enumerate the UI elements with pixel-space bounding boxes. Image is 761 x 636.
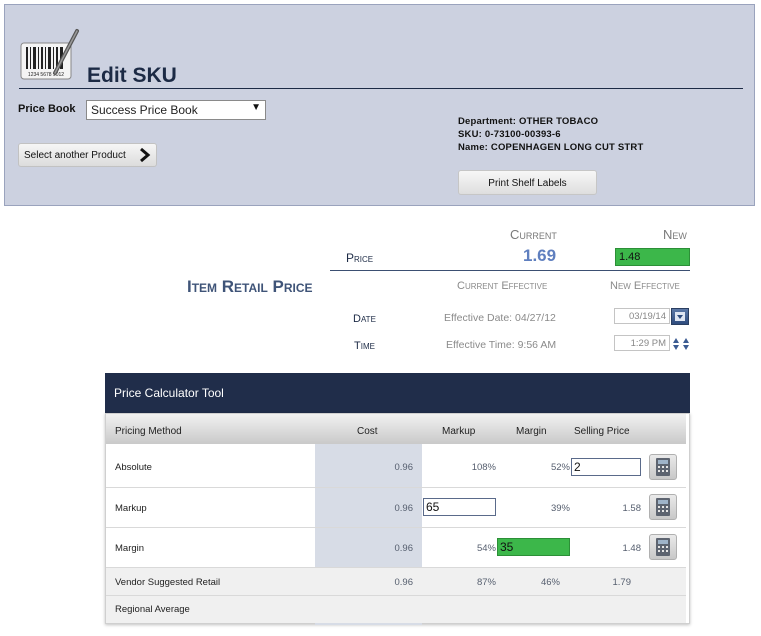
cost-header: Cost: [357, 426, 378, 437]
pricing-method-label: Regional Average: [115, 604, 190, 615]
current-effective-date: Effective Date: 04/27/12: [444, 312, 556, 324]
selling-price-value: 1.48: [622, 543, 642, 554]
margin-value: 39%: [550, 503, 570, 514]
date-label: Date: [353, 313, 376, 325]
markup-header: Markup: [442, 426, 476, 437]
margin-header: Margin: [516, 426, 547, 437]
calendar-button[interactable]: [671, 308, 689, 325]
cost-value: 0.96: [394, 543, 414, 554]
markup-value: 108%: [471, 462, 496, 473]
calculator-column-headers: Pricing Method Cost Markup Margin Sellin…: [106, 414, 686, 444]
time-label: Time: [354, 340, 375, 352]
price-book-select[interactable]: Success Price Book ▼: [86, 100, 266, 120]
title-divider: [19, 88, 743, 89]
calculator-icon: [656, 498, 670, 516]
barcode-digits: 1234 5678 9012: [28, 72, 64, 78]
calculator-icon: [656, 538, 670, 556]
print-shelf-labels-button[interactable]: Print Shelf Labels: [458, 170, 597, 195]
select-another-product-label: Select another Product: [24, 150, 126, 161]
selling-price-header: Selling Price: [574, 426, 630, 437]
price-divider: [330, 270, 690, 271]
price-label: Price: [346, 251, 374, 265]
price-book-label: Price Book: [18, 103, 76, 115]
chevron-right-icon: [140, 147, 151, 163]
margin-value: 52%: [550, 462, 570, 473]
pricing-method-label: Margin: [115, 543, 145, 554]
margin-value: 46%: [540, 577, 560, 588]
dropdown-arrow-icon: ▼: [251, 102, 261, 113]
table-row: Vendor Suggested Retail 0.96 87% 46% 1.7…: [106, 568, 686, 596]
price-calculator-header: Price Calculator Tool: [105, 373, 690, 413]
select-another-product-button[interactable]: Select another Product: [18, 143, 157, 167]
new-effective-header: New Effective: [610, 280, 680, 292]
calculator-icon: [656, 458, 670, 476]
cost-value: 0.96: [394, 503, 414, 514]
markup-value: 87%: [476, 577, 496, 588]
price-calculator-title: Price Calculator Tool: [114, 386, 224, 400]
new-effective-time-input[interactable]: 1:29 PM: [614, 335, 670, 351]
margin-input[interactable]: 35: [497, 538, 570, 556]
markup-input[interactable]: 65: [423, 498, 496, 516]
selling-price-input[interactable]: 2: [571, 458, 641, 476]
cost-value: 0.96: [394, 462, 414, 473]
item-retail-price-title: Item Retail Price: [187, 277, 313, 296]
current-column-header: Current: [510, 227, 557, 242]
calculate-button[interactable]: [649, 494, 677, 520]
edit-sku-header-panel: 1234 5678 9012 Edit SKU Price Book Succe…: [4, 4, 755, 206]
calculate-button[interactable]: [649, 534, 677, 560]
selling-price-value: 1.79: [612, 577, 632, 588]
table-row: Regional Average: [106, 596, 686, 623]
time-spinner-icon[interactable]: [672, 337, 690, 351]
current-effective-header: Current Effective: [457, 280, 548, 292]
markup-value: 54%: [476, 543, 496, 554]
barcode-scanner-icon: 1234 5678 9012: [20, 29, 79, 80]
table-row: Margin 0.96 54% 35 1.48: [106, 528, 686, 568]
pricing-method-label: Markup: [115, 503, 147, 514]
pricing-method-header: Pricing Method: [115, 426, 182, 437]
new-price-input[interactable]: 1.48: [615, 248, 690, 266]
cost-value: 0.96: [394, 577, 414, 588]
product-name-info: Name: COPENHAGEN LONG CUT STRT: [458, 142, 644, 153]
new-column-header: New: [663, 227, 687, 242]
price-calculator-table: Pricing Method Cost Markup Margin Sellin…: [105, 413, 690, 625]
pricing-method-label: Vendor Suggested Retail: [115, 577, 221, 588]
table-row: Absolute 0.96 108% 52% 2: [106, 446, 686, 488]
current-price-value: 1.69: [523, 246, 557, 265]
pricing-method-label: Absolute: [115, 462, 152, 473]
department-info: Department: OTHER TOBACO: [458, 116, 599, 127]
calculate-button[interactable]: [649, 454, 677, 480]
sku-info: SKU: 0-73100-00393-6: [458, 129, 561, 140]
selling-price-value: 1.58: [622, 503, 642, 514]
current-effective-time: Effective Time: 9:56 AM: [446, 339, 557, 351]
new-effective-date-input[interactable]: 03/19/14: [614, 308, 670, 324]
page-title: Edit SKU: [87, 64, 177, 87]
table-row: Markup 0.96 65 39% 1.58: [106, 488, 686, 528]
price-book-value: Success Price Book: [91, 103, 198, 117]
calendar-icon: [675, 312, 685, 321]
